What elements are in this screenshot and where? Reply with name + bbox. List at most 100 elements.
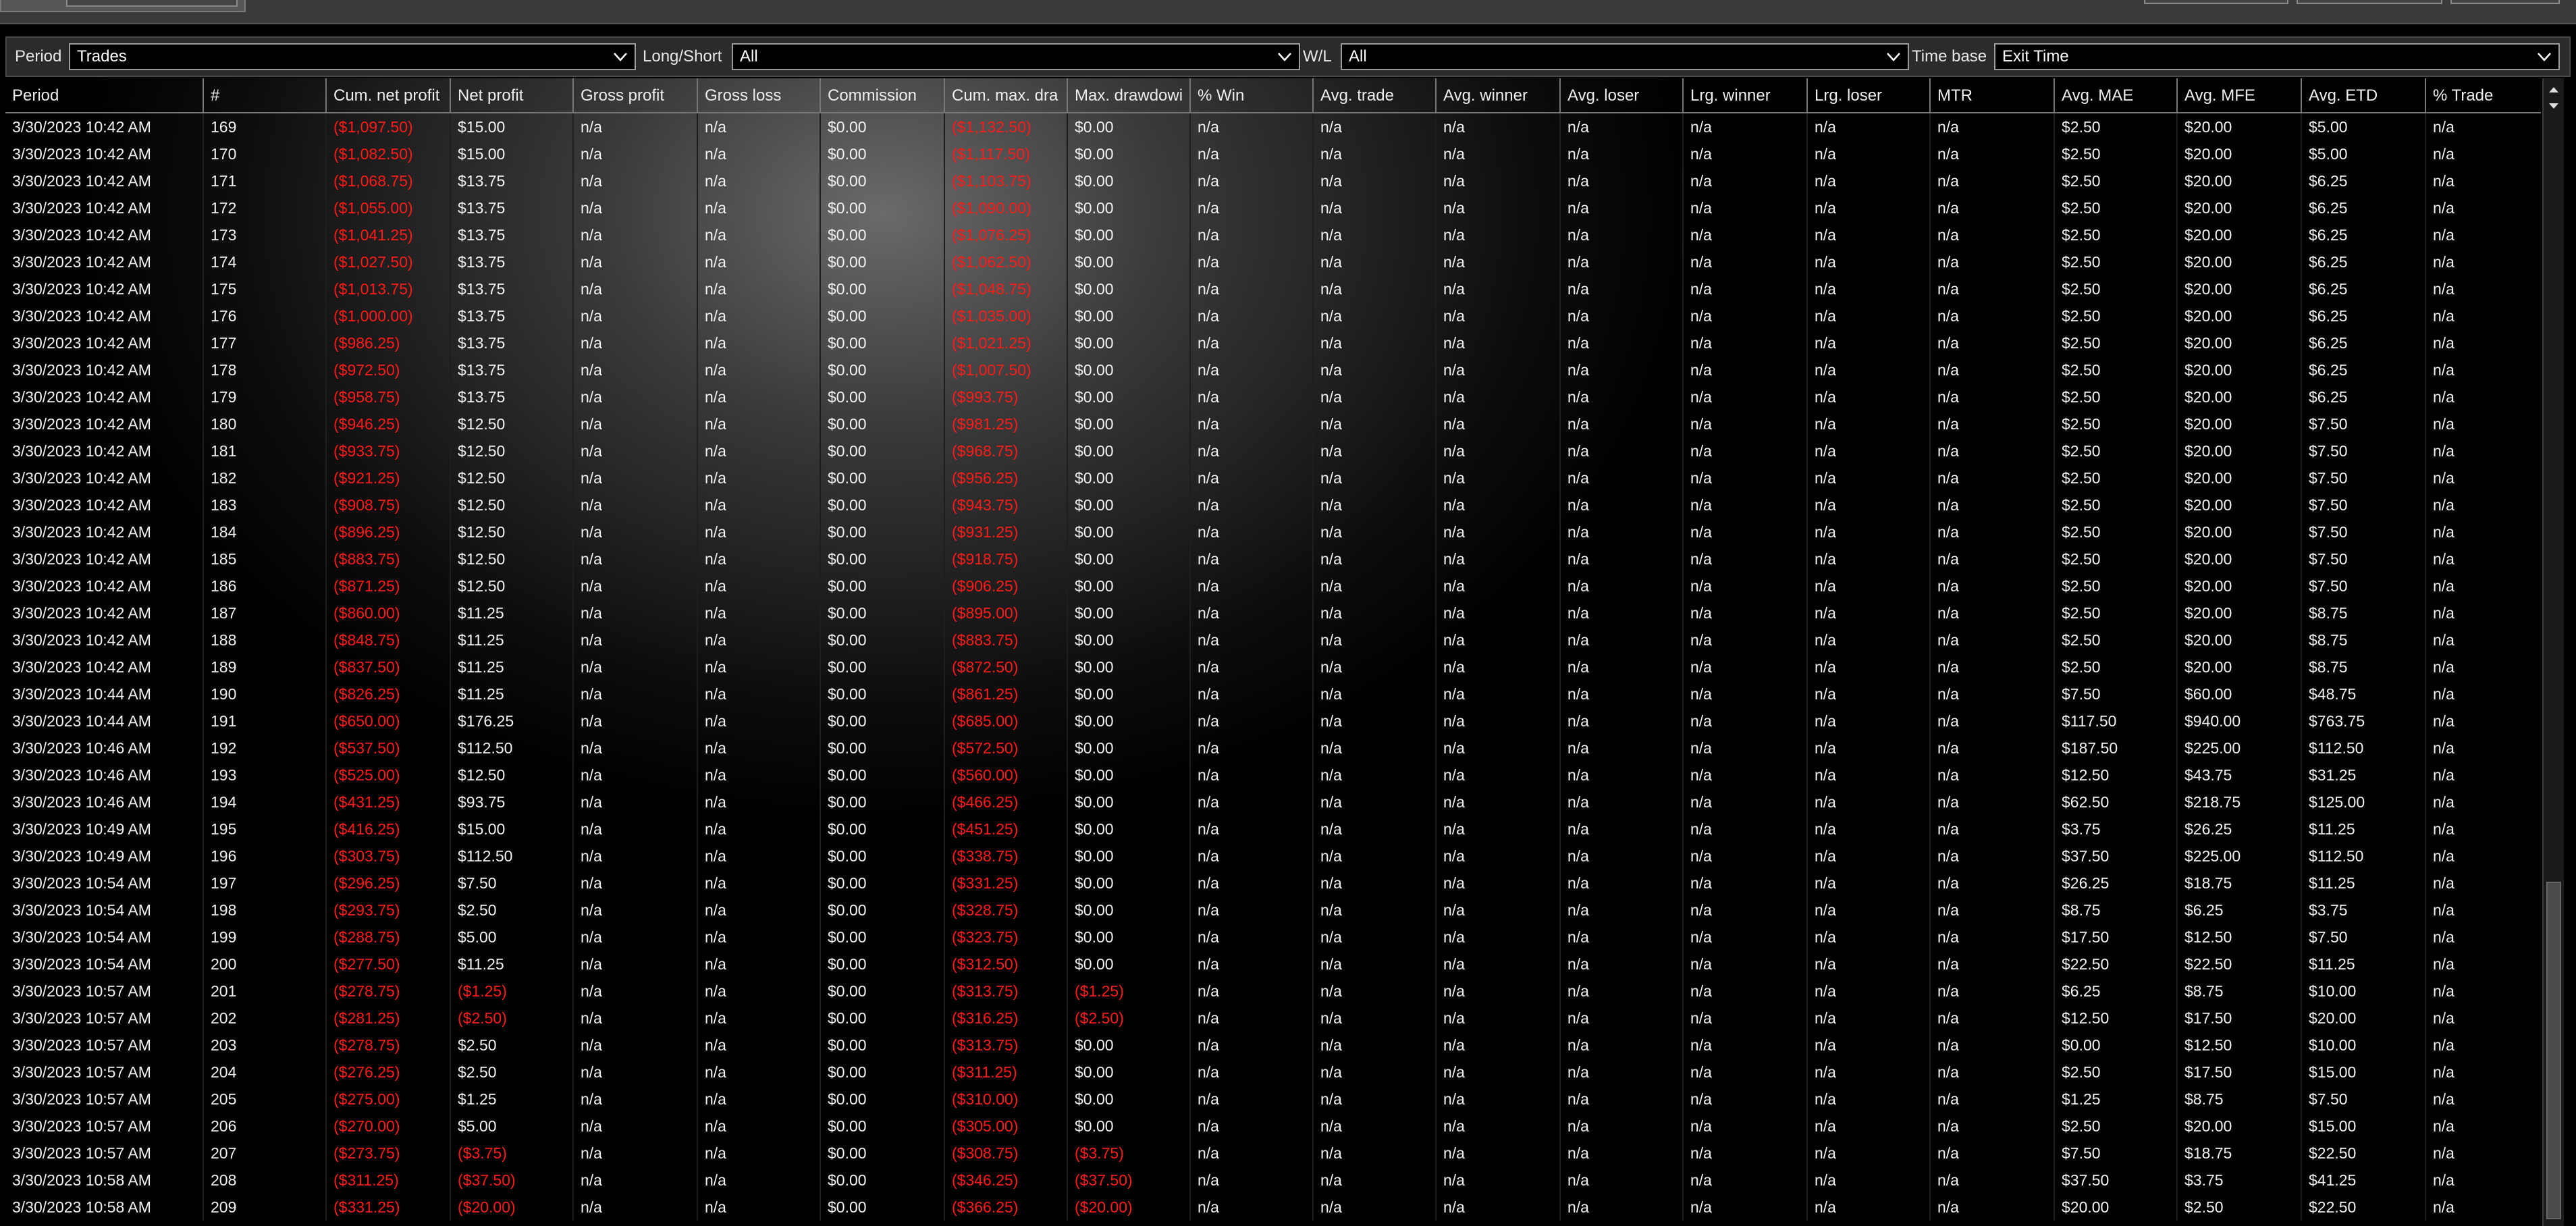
toolbar-button-2[interactable] [2297,0,2442,4]
table-row[interactable]: 3/30/2023 10:44 AM 191 ($650.00) $176.25 n/a… [5,708,2541,735]
table-cell: n/a [1684,410,1808,437]
table-row[interactable]: 3/30/2023 10:42 AM 178 ($972.50) $13.75 n/a n… [5,356,2541,383]
table-row[interactable]: 3/30/2023 10:42 AM 174 ($1,027.50) $13.75 n/… [5,248,2541,275]
table-row[interactable]: 3/30/2023 10:57 AM 202 ($281.25) ($2.50) n/a… [5,1005,2541,1032]
column-header[interactable]: MTR [1931,78,2055,113]
table-cell: n/a [1931,681,2055,708]
table-row[interactable]: 3/30/2023 10:42 AM 188 ($848.75) $11.25 n/a n… [5,627,2541,654]
table-cell: n/a [574,113,698,140]
table-row[interactable]: 3/30/2023 10:42 AM 179 ($958.75) $13.75 n/a n… [5,383,2541,410]
table-row[interactable]: 3/30/2023 10:42 AM 169 ($1,097.50) $15.00 n/… [5,113,2541,140]
table-row[interactable]: 3/30/2023 10:42 AM 172 ($1,055.00) $13.75 n/… [5,194,2541,221]
table-cell: ($525.00) [327,762,451,789]
table-row[interactable]: 3/30/2023 10:46 AM 192 ($537.50) $112.50 n/a… [5,735,2541,762]
column-header[interactable]: Lrg. loser [1808,78,1931,113]
table-row[interactable]: 3/30/2023 10:49 AM 195 ($416.25) $15.00 n/a n… [5,816,2541,843]
column-header[interactable]: Net profit [451,78,574,113]
column-header[interactable]: Commission [821,78,945,113]
table-row[interactable]: 3/30/2023 10:42 AM 185 ($883.75) $12.50 n/a n… [5,545,2541,572]
toolbar-tab[interactable] [0,0,246,12]
table-cell: $0.00 [821,627,945,654]
table-row[interactable]: 3/30/2023 10:54 AM 200 ($277.50) $11.25 n/a n… [5,951,2541,978]
period-select[interactable]: Trades [69,43,636,70]
table-cell: ($2.50) [451,1005,574,1032]
table-cell: $11.25 [451,654,574,681]
table-cell: n/a [1808,383,1931,410]
table-row[interactable]: 3/30/2023 10:42 AM 182 ($921.25) $12.50 n/a n… [5,464,2541,491]
column-header[interactable]: Avg. trade [1314,78,1437,113]
table-row[interactable]: 3/30/2023 10:57 AM 207 ($273.75) ($3.75) n/a… [5,1140,2541,1167]
toolbar-button-3[interactable] [2450,0,2560,4]
table-row[interactable]: 3/30/2023 10:57 AM 206 ($270.00) $5.00 n/a n/… [5,1113,2541,1140]
longshort-select[interactable]: All [732,43,1300,70]
table-row[interactable]: 3/30/2023 10:42 AM 173 ($1,041.25) $13.75 n/… [5,221,2541,248]
table-cell: $7.50 [2302,491,2426,518]
table-row[interactable]: 3/30/2023 10:42 AM 177 ($986.25) $13.75 n/a n… [5,329,2541,356]
table-cell: $10.00 [2302,1032,2426,1059]
column-header[interactable]: Avg. ETD [2302,78,2426,113]
table-row[interactable]: 3/30/2023 10:49 AM 196 ($303.75) $112.50 n/a… [5,843,2541,870]
table-cell: ($308.75) [945,1140,1068,1167]
table-row[interactable]: 3/30/2023 10:54 AM 198 ($293.75) $2.50 n/a n/… [5,897,2541,924]
table-row[interactable]: 3/30/2023 10:42 AM 170 ($1,082.50) $15.00 n/… [5,140,2541,167]
table-row[interactable]: 3/30/2023 10:54 AM 197 ($296.25) $7.50 n/a n/… [5,870,2541,897]
table-row[interactable]: 3/30/2023 10:42 AM 175 ($1,013.75) $13.75 n/… [5,275,2541,302]
table-row[interactable]: 3/30/2023 10:42 AM 181 ($933.75) $12.50 n/a n… [5,437,2541,464]
table-cell: $37.50 [2055,843,2178,870]
column-header[interactable]: Lrg. winner [1684,78,1808,113]
column-header[interactable]: Avg. MAE [2055,78,2178,113]
table-row[interactable]: 3/30/2023 10:57 AM 201 ($278.75) ($1.25) n/a… [5,978,2541,1005]
table-cell: 3/30/2023 10:42 AM [5,383,204,410]
table-cell: ($895.00) [945,599,1068,627]
table-cell: $0.00 [1068,1059,1191,1086]
table-row[interactable]: 3/30/2023 10:57 AM 205 ($275.00) $1.25 n/a n/… [5,1086,2541,1113]
table-cell: n/a [1314,221,1437,248]
table-row[interactable]: 3/30/2023 10:42 AM 176 ($1,000.00) $13.75 n/… [5,302,2541,329]
column-header[interactable]: Avg. MFE [2178,78,2302,113]
table-row[interactable]: 3/30/2023 10:44 AM 190 ($826.25) $11.25 n/a n… [5,681,2541,708]
table-cell: n/a [1314,491,1437,518]
table-row[interactable]: 3/30/2023 10:57 AM 204 ($276.25) $2.50 n/a n/… [5,1059,2541,1086]
wl-select[interactable]: All [1341,43,1909,70]
table-cell: 3/30/2023 10:42 AM [5,275,204,302]
column-header[interactable]: # [204,78,327,113]
table-row[interactable]: 3/30/2023 10:42 AM 187 ($860.00) $11.25 n/a n… [5,599,2541,627]
scroll-up-icon[interactable] [2546,82,2561,97]
table-row[interactable]: 3/30/2023 10:58 AM 208 ($311.25) ($37.50) n/… [5,1167,2541,1194]
column-header[interactable]: Cum. max. dra [945,78,1068,113]
table-row[interactable]: 3/30/2023 10:42 AM 180 ($946.25) $12.50 n/a n… [5,410,2541,437]
column-header[interactable]: % Trade [2426,78,2541,113]
table-cell: n/a [1931,1032,2055,1059]
column-header[interactable]: Cum. net profit [327,78,451,113]
toolbar-button-1[interactable] [2144,0,2288,4]
table-row[interactable]: 3/30/2023 10:58 AM 209 ($331.25) ($20.00) n/… [5,1194,2541,1221]
column-header[interactable]: Avg. winner [1437,78,1561,113]
table-row[interactable]: 3/30/2023 10:57 AM 203 ($278.75) $2.50 n/a n/… [5,1032,2541,1059]
column-header[interactable]: Gross loss [698,78,821,113]
table-cell: n/a [1191,329,1314,356]
vertical-scrollbar[interactable] [2542,78,2564,1226]
table-row[interactable]: 3/30/2023 10:54 AM 199 ($288.75) $5.00 n/a n/… [5,924,2541,951]
table-cell: $11.25 [451,681,574,708]
table-row[interactable]: 3/30/2023 10:42 AM 184 ($896.25) $12.50 n/a n… [5,518,2541,545]
table-cell: $7.50 [2302,518,2426,545]
table-cell: n/a [698,708,821,735]
table-row[interactable]: 3/30/2023 10:46 AM 193 ($525.00) $12.50 n/a n… [5,762,2541,789]
table-cell: ($896.25) [327,518,451,545]
scroll-thumb[interactable] [2546,882,2561,1219]
table-row[interactable]: 3/30/2023 10:46 AM 194 ($431.25) $93.75 n/a n… [5,789,2541,816]
scroll-down-icon[interactable] [2546,99,2561,113]
table-row[interactable]: 3/30/2023 10:42 AM 186 ($871.25) $12.50 n/a n… [5,572,2541,599]
table-row[interactable]: 3/30/2023 10:42 AM 189 ($837.50) $11.25 n/a n… [5,654,2541,681]
column-header[interactable]: Max. drawdowi [1068,78,1191,113]
column-header[interactable]: % Win [1191,78,1314,113]
table-row[interactable]: 3/30/2023 10:42 AM 183 ($908.75) $12.50 n/a n… [5,491,2541,518]
toolbar-tab-field[interactable] [66,0,238,7]
table-cell: n/a [1931,329,2055,356]
column-header[interactable]: Period [5,78,204,113]
column-header[interactable]: Avg. loser [1561,78,1684,113]
table-cell: n/a [1684,897,1808,924]
column-header[interactable]: Gross profit [574,78,698,113]
timebase-select[interactable]: Exit Time [1994,43,2560,70]
table-row[interactable]: 3/30/2023 10:42 AM 171 ($1,068.75) $13.75 n/… [5,167,2541,194]
